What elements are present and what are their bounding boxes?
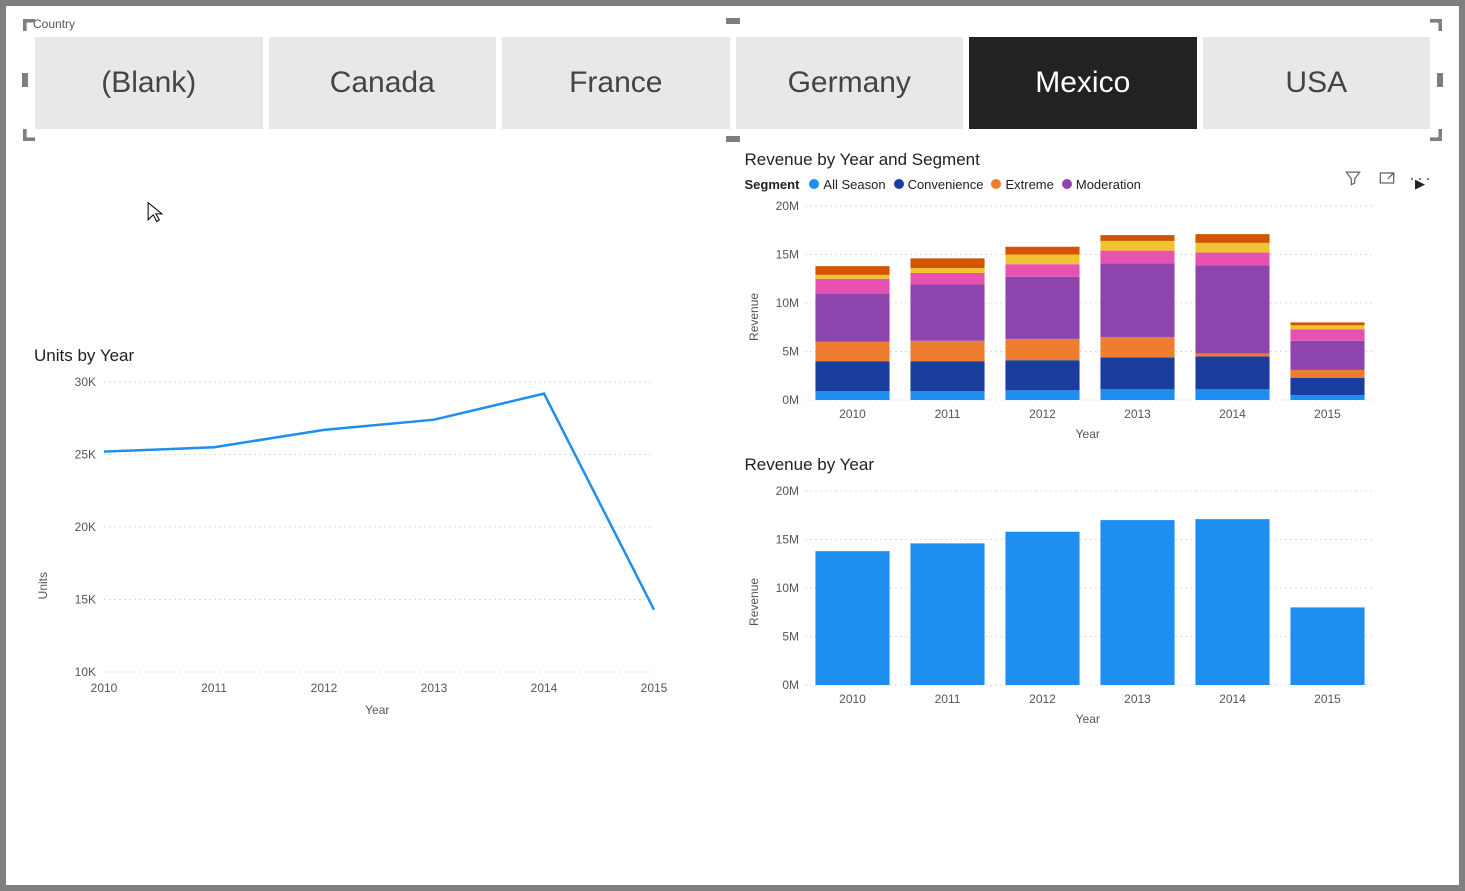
svg-text:2013: 2013 (1124, 407, 1151, 421)
y-axis-label: Units (36, 572, 50, 599)
stacked-bar-chart-svg: 0M 5M 10M 15M 20M 2010 2011 2012 2013 2014 2015 (745, 196, 1385, 426)
svg-text:25K: 25K (75, 448, 96, 462)
legend-item[interactable]: Convenience (894, 177, 984, 192)
svg-text:2012: 2012 (311, 681, 338, 695)
svg-text:10M: 10M (775, 581, 798, 595)
resize-handle[interactable] (726, 18, 740, 24)
slicer-field-label: Country (31, 17, 77, 31)
y-axis-label: Revenue (747, 578, 761, 626)
svg-text:2015: 2015 (1314, 692, 1341, 706)
svg-text:0M: 0M (782, 393, 799, 407)
legend-title: Segment (745, 177, 800, 192)
svg-text:2014: 2014 (531, 681, 558, 695)
svg-text:2010: 2010 (91, 681, 118, 695)
slicer-item-canada[interactable]: Canada (269, 37, 497, 129)
svg-text:2010: 2010 (839, 692, 866, 706)
report-canvas: Country (Blank)CanadaFranceGermanyMexico… (0, 0, 1465, 891)
svg-text:30K: 30K (75, 375, 96, 389)
svg-text:2011: 2011 (201, 681, 227, 695)
svg-text:15M: 15M (775, 533, 798, 547)
svg-text:5M: 5M (782, 630, 799, 644)
legend-item[interactable]: Moderation (1062, 177, 1141, 192)
legend-label: Extreme (1005, 177, 1053, 192)
svg-text:2015: 2015 (1314, 407, 1341, 421)
legend-swatch (991, 179, 1001, 189)
chart-title: Revenue by Year (745, 455, 1432, 475)
svg-text:2010: 2010 (839, 407, 866, 421)
svg-text:15M: 15M (775, 248, 798, 262)
svg-text:10M: 10M (775, 296, 798, 310)
legend-swatch (809, 179, 819, 189)
svg-text:2012: 2012 (1029, 692, 1056, 706)
line-chart-svg: 10K 15K 20K 25K 30K 2010 2011 2012 2013 2014 2015 (34, 372, 674, 702)
svg-text:2011: 2011 (934, 407, 960, 421)
legend-swatch (894, 179, 904, 189)
svg-text:2013: 2013 (1124, 692, 1151, 706)
resize-handle[interactable] (726, 136, 740, 142)
resize-handle[interactable] (1437, 73, 1443, 87)
svg-text:2013: 2013 (421, 681, 448, 695)
svg-text:20M: 20M (775, 484, 798, 498)
svg-text:2014: 2014 (1219, 407, 1246, 421)
chart-title: Units by Year (34, 346, 721, 366)
legend-label: Convenience (908, 177, 984, 192)
chart-title: Revenue by Year and Segment (745, 150, 1432, 170)
revenue-by-year-chart[interactable]: Revenue by Year Revenue 0M 5M 10M 15M 20M 201… (745, 451, 1432, 726)
country-slicer-visual[interactable]: Country (Blank)CanadaFranceGermanyMexico… (24, 20, 1441, 140)
slicer-item-france[interactable]: France (502, 37, 730, 129)
y-axis-label: Revenue (747, 293, 761, 341)
svg-text:10K: 10K (75, 665, 96, 679)
revenue-by-year-segment-chart[interactable]: Revenue by Year and Segment Segment All … (745, 146, 1432, 441)
legend-swatch (1062, 179, 1072, 189)
svg-text:20K: 20K (75, 520, 96, 534)
legend-label: Moderation (1076, 177, 1141, 192)
legend-more-icon[interactable]: ▶ (1415, 176, 1425, 192)
svg-text:0M: 0M (782, 678, 799, 692)
svg-text:2014: 2014 (1219, 692, 1246, 706)
slicer-item-germany[interactable]: Germany (736, 37, 964, 129)
svg-text:2012: 2012 (1029, 407, 1056, 421)
slicer-item-mexico[interactable]: Mexico (969, 37, 1197, 129)
legend-item[interactable]: All Season (809, 177, 885, 192)
slicer-item-usa[interactable]: USA (1203, 37, 1431, 129)
legend: Segment All Season Convenience Extreme Mode… (745, 176, 1432, 192)
svg-text:2011: 2011 (934, 692, 960, 706)
legend-label: All Season (823, 177, 885, 192)
svg-text:15K: 15K (75, 593, 96, 607)
legend-item[interactable]: Extreme (991, 177, 1053, 192)
svg-text:2015: 2015 (641, 681, 668, 695)
resize-handle[interactable] (22, 73, 28, 87)
svg-text:5M: 5M (782, 345, 799, 359)
bar-chart-svg: 0M 5M 10M 15M 20M 2010 2011 2012 2013 2014 2015 (745, 481, 1385, 711)
units-by-year-chart[interactable]: Units by Year Units 10K 15K 20K 25K 30K 2010 2… (34, 346, 721, 717)
svg-text:20M: 20M (775, 199, 798, 213)
slicer-item--blank-[interactable]: (Blank) (35, 37, 263, 129)
